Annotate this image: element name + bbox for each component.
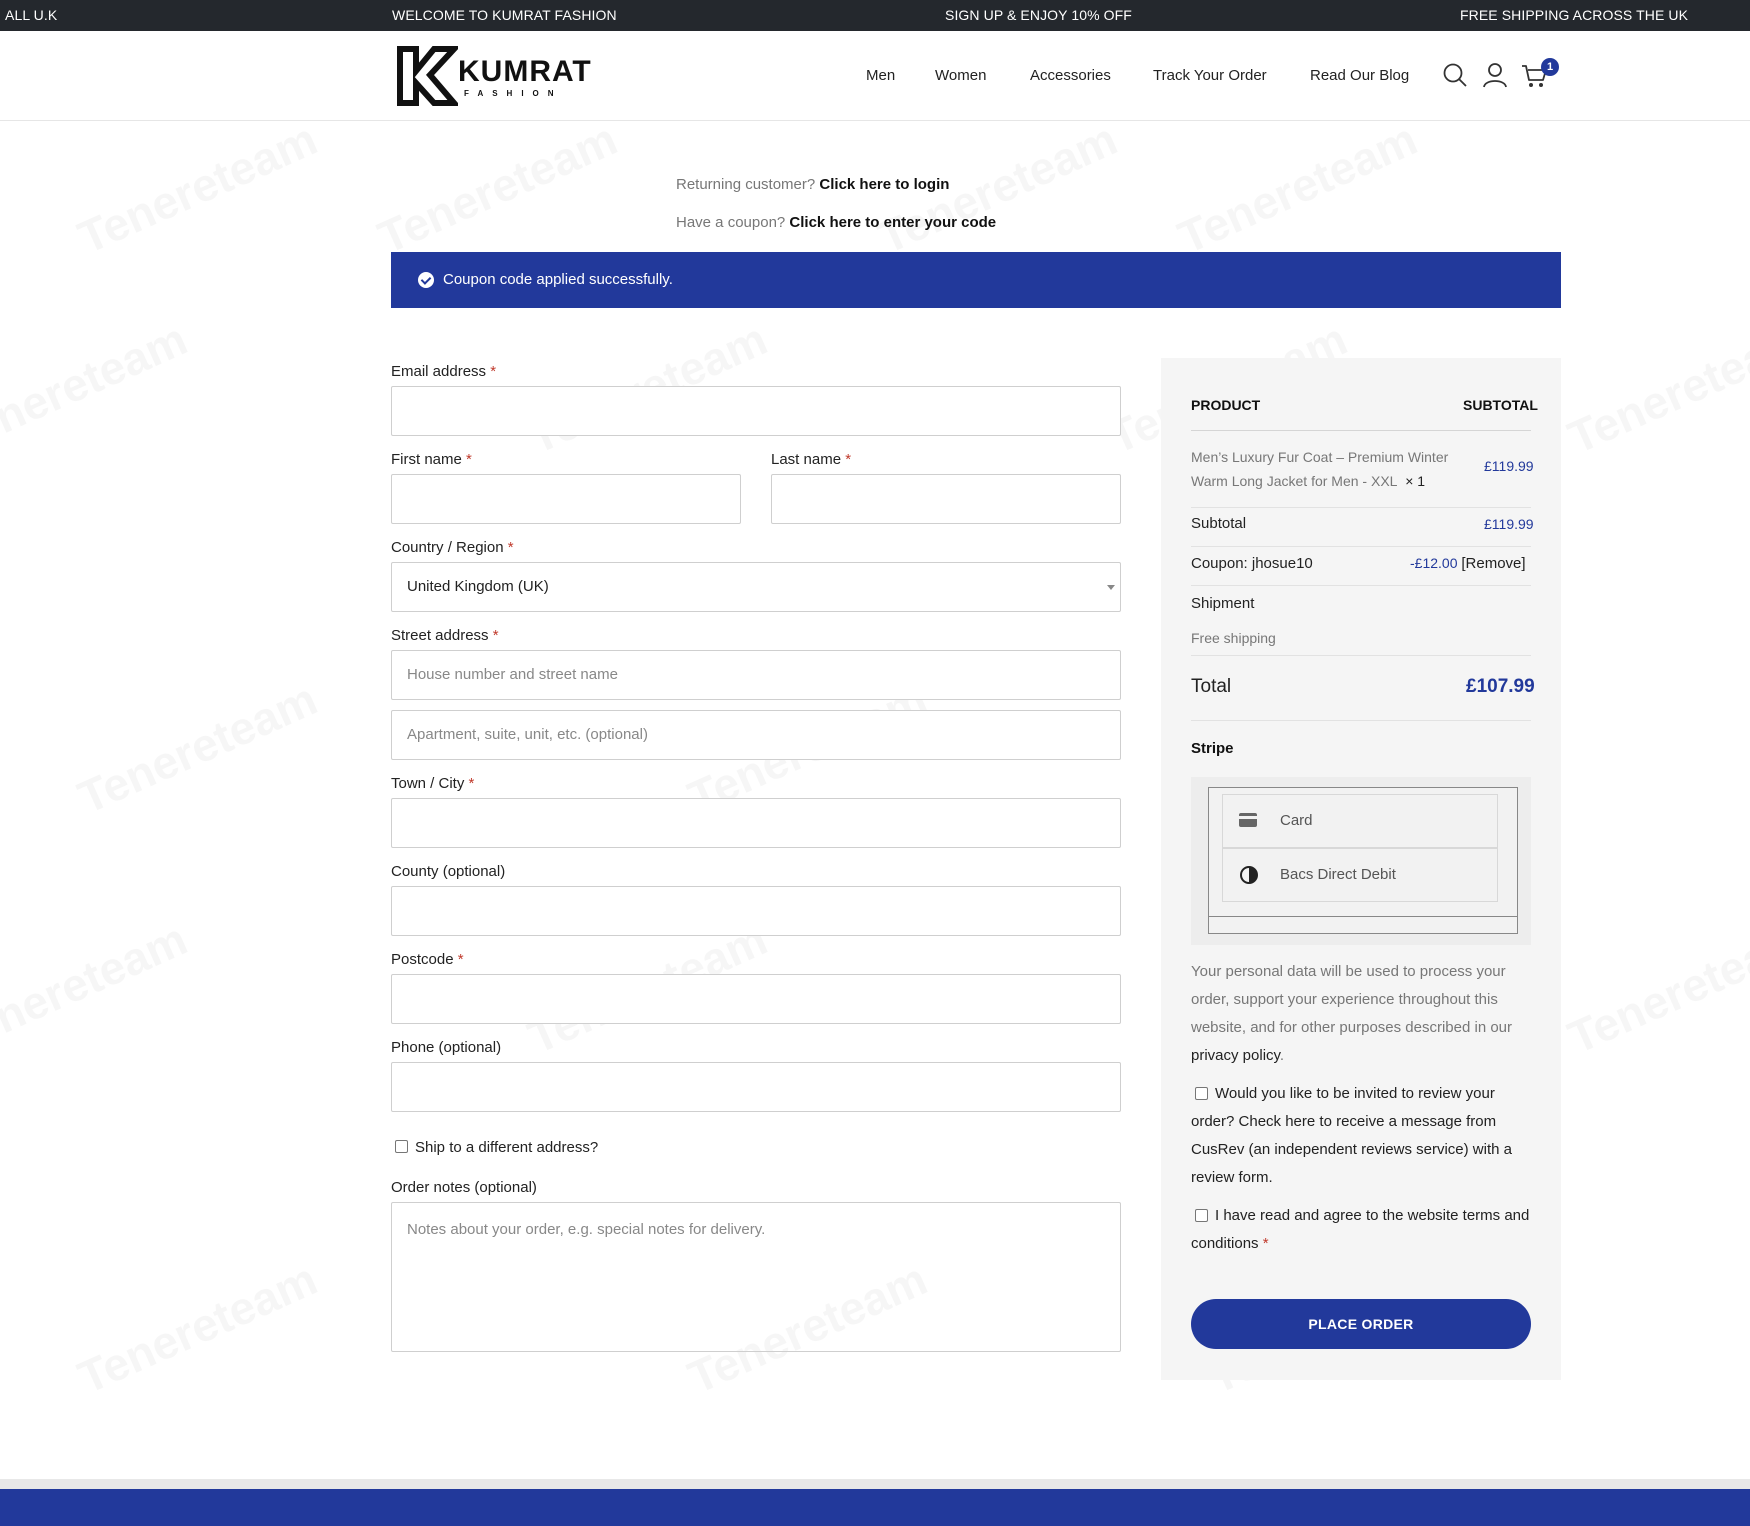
credit-card-icon <box>1239 813 1257 827</box>
review-invite-label: Would you like to be invited to review y… <box>1191 1085 1512 1186</box>
welcome-text: WELCOME TO KUMRAT FASHION <box>392 7 617 23</box>
search-icon[interactable] <box>1441 61 1469 89</box>
region-label: ALL U.K <box>5 7 58 23</box>
divider <box>1191 507 1531 508</box>
nav-blog[interactable]: Read Our Blog <box>1310 67 1409 84</box>
product-column-header: PRODUCT <box>1191 397 1261 413</box>
ship-different-label[interactable]: Ship to a different address? <box>415 1139 598 1156</box>
city-field[interactable] <box>391 798 1121 848</box>
payment-gateway-title: Stripe <box>1191 740 1234 757</box>
country-label: Country / Region * <box>391 539 514 556</box>
total-label: Total <box>1191 676 1232 697</box>
promo-text: SIGN UP & ENJOY 10% OFF <box>945 7 1132 23</box>
divider <box>1191 546 1531 547</box>
nav-men[interactable]: Men <box>866 67 895 84</box>
order-notes-label: Order notes (optional) <box>391 1179 537 1196</box>
ship-different-checkbox[interactable] <box>395 1140 408 1153</box>
city-label: Town / City * <box>391 775 475 792</box>
account-icon[interactable] <box>1481 61 1509 89</box>
remove-coupon-link[interactable]: [Remove] <box>1461 555 1525 572</box>
county-label: County (optional) <box>391 863 506 880</box>
coupon-discount-row: -£12.00 [Remove] <box>1410 555 1526 572</box>
site-footer <box>0 1489 1750 1526</box>
shipment-label: Shipment <box>1191 595 1255 612</box>
payment-method-card-label: Card <box>1280 812 1313 829</box>
street-address-field[interactable]: House number and street name <box>391 650 1121 700</box>
cart-item-name: Men’s Luxury Fur Coat – Premium Winter W… <box>1191 449 1449 489</box>
cart-item-price: £119.99 <box>1484 458 1534 474</box>
shipping-text: FREE SHIPPING ACROSS THE UK <box>1460 7 1689 23</box>
enter-coupon-link[interactable]: Click here to enter your code <box>789 214 996 231</box>
postcode-field[interactable] <box>391 974 1121 1024</box>
coupon-text: Have a coupon? <box>676 214 786 231</box>
phone-label: Phone (optional) <box>391 1039 502 1056</box>
street-label: Street address * <box>391 627 499 644</box>
logo-subtitle: FASHION <box>464 89 563 98</box>
county-field[interactable] <box>391 886 1121 936</box>
shipment-value: Free shipping <box>1191 630 1276 646</box>
bacs-icon <box>1240 866 1258 884</box>
email-field[interactable] <box>391 386 1121 436</box>
street-address-2-field[interactable]: Apartment, suite, unit, etc. (optional) <box>391 710 1121 760</box>
place-order-button[interactable]: PLACE ORDER <box>1191 1299 1531 1349</box>
phone-field[interactable] <box>391 1062 1121 1112</box>
cart-count-badge: 1 <box>1541 58 1559 76</box>
country-select[interactable]: United Kingdom (UK) <box>391 562 1121 612</box>
payment-method-bacs[interactable]: Bacs Direct Debit <box>1222 848 1498 902</box>
coupon-label: Coupon: jhosue10 <box>1191 555 1313 572</box>
payment-method-bacs-label: Bacs Direct Debit <box>1280 866 1396 883</box>
logo-wordmark: KUMRAT <box>458 55 592 88</box>
divider <box>1191 720 1531 721</box>
coupon-success-notice: Coupon code applied successfully. <box>391 252 1561 308</box>
nav-women[interactable]: Women <box>935 67 986 84</box>
payment-method-card[interactable]: Card <box>1222 794 1498 848</box>
subtotal-value: £119.99 <box>1484 516 1534 532</box>
returning-customer-line: Returning customer? Click here to login <box>676 176 949 193</box>
first-name-label: First name * <box>391 451 472 468</box>
notice-text: Coupon code applied successfully. <box>443 271 673 288</box>
login-link[interactable]: Click here to login <box>819 176 949 193</box>
chevron-down-icon <box>1107 585 1115 590</box>
returning-text: Returning customer? <box>676 176 816 193</box>
privacy-notice: Your personal data will be used to proce… <box>1191 963 1513 1064</box>
divider <box>1191 430 1531 431</box>
top-announcement-bar: ALL U.K WELCOME TO KUMRAT FASHION SIGN U… <box>0 0 1750 31</box>
last-name-field[interactable] <box>771 474 1121 524</box>
nav-track-order[interactable]: Track Your Order <box>1153 67 1267 84</box>
subtotal-label: Subtotal <box>1191 515 1247 532</box>
order-notes-textarea[interactable]: Notes about your order, e.g. special not… <box>391 1202 1121 1352</box>
footer-divider <box>0 1479 1750 1489</box>
site-header: KUMRAT FASHION Men Women Accessories Tra… <box>0 31 1750 121</box>
divider <box>1191 585 1531 586</box>
divider <box>1191 655 1531 656</box>
logo-k-icon <box>397 46 458 106</box>
email-label: Email address * <box>391 363 497 380</box>
terms-label: I have read and agree to the website ter… <box>1191 1207 1530 1252</box>
coupon-line: Have a coupon? Click here to enter your … <box>676 214 996 231</box>
frame-divider <box>1208 916 1518 917</box>
privacy-policy-link[interactable]: privacy policy <box>1191 1047 1280 1064</box>
site-logo[interactable]: KUMRAT FASHION <box>396 45 591 107</box>
coupon-discount-value: -£12.00 <box>1410 555 1458 571</box>
last-name-label: Last name * <box>771 451 852 468</box>
subtotal-column-header: SUBTOTAL <box>1463 397 1538 413</box>
total-value: £107.99 <box>1466 676 1535 697</box>
first-name-field[interactable] <box>391 474 741 524</box>
nav-accessories[interactable]: Accessories <box>1030 67 1111 84</box>
check-circle-icon <box>418 272 434 288</box>
postcode-label: Postcode * <box>391 951 464 968</box>
